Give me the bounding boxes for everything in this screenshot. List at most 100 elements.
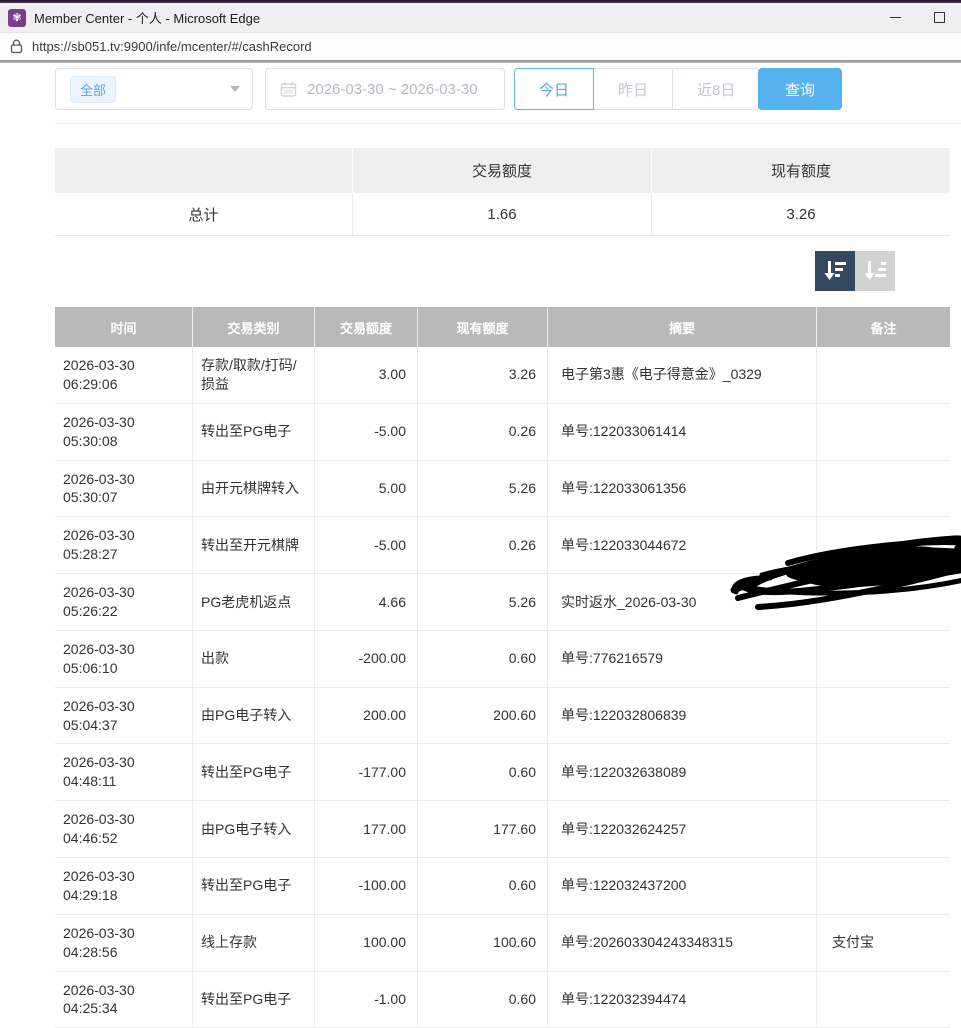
table-row: 2026-03-30 06:29:06存款/取款/打码/损益3.003.26电子… bbox=[55, 347, 950, 404]
window-title: Member Center - 个人 - Microsoft Edge bbox=[34, 8, 260, 27]
table-cell: 5.26 bbox=[418, 574, 548, 630]
table-cell: 单号:122032638089 bbox=[548, 744, 817, 800]
table-cell: 支付宝 bbox=[817, 915, 950, 971]
calendar-icon bbox=[280, 81, 297, 98]
summary-total-label: 总计 bbox=[55, 193, 353, 235]
table-cell: 177.60 bbox=[418, 801, 548, 857]
table-cell: -177.00 bbox=[315, 744, 418, 800]
table-cell bbox=[817, 688, 950, 744]
sort-ascending-button[interactable] bbox=[855, 251, 895, 291]
table-cell: 0.60 bbox=[418, 744, 548, 800]
table-cell: 0.26 bbox=[418, 404, 548, 460]
table-cell: 由PG电子转入 bbox=[193, 801, 315, 857]
summary-total-row: 总计 1.66 3.26 bbox=[55, 193, 950, 236]
table-row: 2026-03-30 04:46:52由PG电子转入177.00177.60单号… bbox=[55, 801, 950, 858]
col-header-remark: 备注 bbox=[817, 307, 950, 347]
table-cell: 单号:122033044672 bbox=[548, 517, 817, 573]
table-row: 2026-03-30 05:26:22PG老虎机返点4.665.26实时返水_2… bbox=[55, 574, 950, 631]
table-cell: 2026-03-30 04:46:52 bbox=[55, 801, 193, 857]
sort-controls bbox=[815, 251, 895, 291]
table-cell: 2026-03-30 05:04:37 bbox=[55, 688, 193, 744]
summary-header-trade-amount: 交易额度 bbox=[353, 148, 652, 193]
maximize-button[interactable] bbox=[917, 3, 961, 32]
table-cell: 2026-03-30 05:30:08 bbox=[55, 404, 193, 460]
table-cell: -1.00 bbox=[315, 972, 418, 1028]
table-cell: 0.26 bbox=[418, 517, 548, 573]
table-cell: 2026-03-30 04:28:56 bbox=[55, 915, 193, 971]
table-cell: 0.60 bbox=[418, 631, 548, 687]
table-cell: 2026-03-30 04:25:34 bbox=[55, 972, 193, 1028]
table-row: 2026-03-30 05:06:10出款-200.000.60单号:77621… bbox=[55, 631, 950, 688]
site-favicon-icon: ✾ bbox=[8, 9, 26, 27]
table-cell: 2026-03-30 05:06:10 bbox=[55, 631, 193, 687]
table-cell: 出款 bbox=[193, 631, 315, 687]
table-cell: 转出至PG电子 bbox=[193, 404, 315, 460]
transactions-header-row: 时间 交易类别 交易额度 现有额度 摘要 备注 bbox=[55, 307, 950, 347]
table-row: 2026-03-30 05:30:08转出至PG电子-5.000.26单号:12… bbox=[55, 404, 950, 461]
table-cell: 2026-03-30 05:26:22 bbox=[55, 574, 193, 630]
table-cell: -5.00 bbox=[315, 517, 418, 573]
table-cell: 0.60 bbox=[418, 858, 548, 914]
table-cell: 转出至PG电子 bbox=[193, 858, 315, 914]
table-cell: 200.00 bbox=[315, 688, 418, 744]
table-cell: 存款/取款/打码/损益 bbox=[193, 347, 315, 403]
table-cell: 实时返水_2026-03-30 bbox=[548, 574, 817, 630]
table-cell: 单号:122033061414 bbox=[548, 404, 817, 460]
divider bbox=[55, 123, 961, 124]
url-text: https://sb051.tv:9900/infe/mcenter/#/cas… bbox=[32, 39, 312, 54]
summary-current-amount-value: 3.26 bbox=[652, 193, 950, 235]
yesterday-button[interactable]: 昨日 bbox=[594, 68, 673, 110]
minimize-button[interactable] bbox=[873, 3, 917, 32]
table-row: 2026-03-30 04:25:34转出至PG电子-1.000.60单号:12… bbox=[55, 972, 950, 1028]
date-range-input[interactable]: 2026-03-30 ~ 2026-03-30 bbox=[265, 68, 505, 110]
table-cell: 2026-03-30 04:48:11 bbox=[55, 744, 193, 800]
filter-bar: 全部 2026-03-30 ~ 2026-03-30 今日 昨日 近8日 查询 bbox=[55, 68, 950, 110]
maximize-icon bbox=[934, 12, 945, 23]
table-cell: 2026-03-30 04:29:18 bbox=[55, 858, 193, 914]
table-cell: 2026-03-30 06:29:06 bbox=[55, 347, 193, 403]
col-header-time: 时间 bbox=[55, 307, 193, 347]
quick-date-buttons: 今日 昨日 近8日 bbox=[514, 68, 760, 110]
table-cell: 100.60 bbox=[418, 915, 548, 971]
table-cell: 由开元棋牌转入 bbox=[193, 461, 315, 517]
query-button[interactable]: 查询 bbox=[758, 68, 842, 110]
table-cell: 4.66 bbox=[315, 574, 418, 630]
table-cell: PG老虎机返点 bbox=[193, 574, 315, 630]
summary-header-empty bbox=[55, 148, 353, 193]
last-8-days-button[interactable]: 近8日 bbox=[673, 68, 760, 110]
summary-table: 交易额度 现有额度 总计 1.66 3.26 bbox=[55, 148, 950, 236]
table-cell: 177.00 bbox=[315, 801, 418, 857]
table-row: 2026-03-30 04:48:11转出至PG电子-177.000.60单号:… bbox=[55, 744, 950, 801]
table-cell: 单号:122033061356 bbox=[548, 461, 817, 517]
col-header-trade-amount: 交易额度 bbox=[315, 307, 418, 347]
date-range-value: 2026-03-30 ~ 2026-03-30 bbox=[307, 81, 478, 98]
table-cell bbox=[817, 972, 950, 1028]
table-row: 2026-03-30 05:30:07由开元棋牌转入5.005.26单号:122… bbox=[55, 461, 950, 518]
table-cell: 单号:122032437200 bbox=[548, 858, 817, 914]
table-cell bbox=[817, 404, 950, 460]
col-header-current-amount: 现有额度 bbox=[418, 307, 548, 347]
table-cell: -5.00 bbox=[315, 404, 418, 460]
col-header-type: 交易类别 bbox=[193, 307, 315, 347]
table-cell: 单号:122032624257 bbox=[548, 801, 817, 857]
table-cell: 转出至PG电子 bbox=[193, 972, 315, 1028]
sort-descending-icon bbox=[822, 258, 848, 284]
table-cell bbox=[817, 858, 950, 914]
table-cell bbox=[817, 631, 950, 687]
today-button[interactable]: 今日 bbox=[514, 68, 594, 110]
table-cell bbox=[817, 347, 950, 403]
summary-trade-amount-value: 1.66 bbox=[353, 193, 652, 235]
col-header-summary: 摘要 bbox=[548, 307, 817, 347]
minimize-icon bbox=[890, 17, 901, 18]
table-cell: 2026-03-30 05:28:27 bbox=[55, 517, 193, 573]
table-cell: 单号:202603304243348315 bbox=[548, 915, 817, 971]
table-row: 2026-03-30 04:29:18转出至PG电子-100.000.60单号:… bbox=[55, 858, 950, 915]
url-bar[interactable]: https://sb051.tv:9900/infe/mcenter/#/cas… bbox=[0, 32, 961, 60]
table-row: 2026-03-30 05:28:27转出至开元棋牌-5.000.26单号:12… bbox=[55, 517, 950, 574]
table-cell bbox=[817, 801, 950, 857]
table-cell bbox=[817, 744, 950, 800]
table-cell: -200.00 bbox=[315, 631, 418, 687]
transaction-type-select[interactable]: 全部 bbox=[55, 68, 253, 110]
sort-descending-button[interactable] bbox=[815, 251, 855, 291]
table-cell bbox=[817, 461, 950, 517]
